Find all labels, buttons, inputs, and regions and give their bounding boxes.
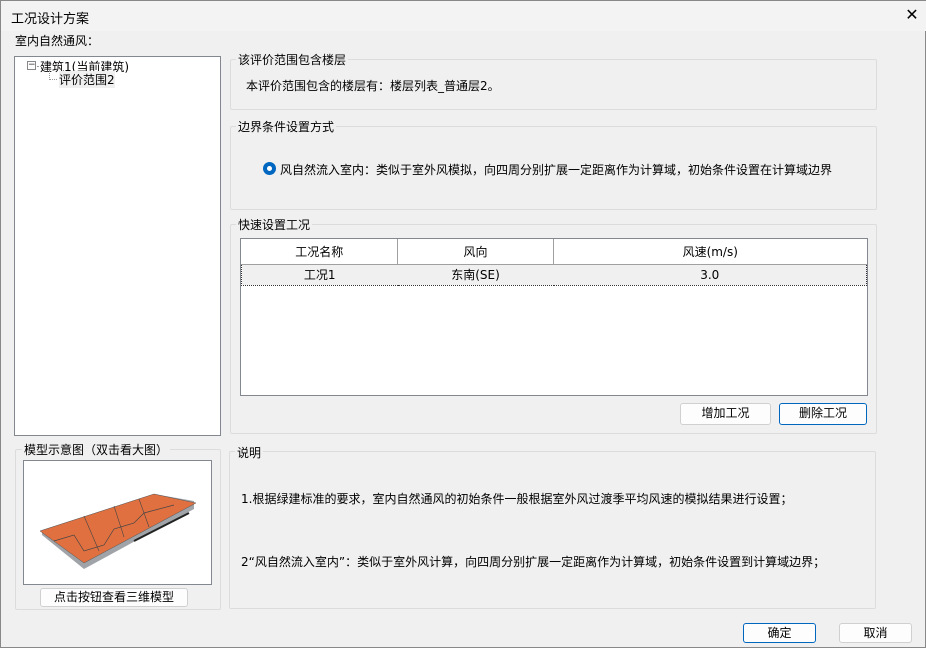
section-label: 室内自然通风： [15, 34, 100, 48]
cell-name[interactable]: 工况1 [241, 263, 398, 286]
window-title: 工况设计方案 [11, 12, 90, 27]
radio-label[interactable]: 风自然流入室内：类似于室外风模拟，向四周分别扩展一定距离作为计算域，初始条件设置… [280, 161, 832, 178]
table-row[interactable]: 工况1 东南(SE) 3.0 [241, 263, 867, 286]
close-icon[interactable]: ✕ [901, 4, 923, 26]
floors-text: 本评价范围包含的楼层有：楼层列表_普通层2。 [246, 79, 500, 93]
add-condition-button[interactable]: 增加工况 [680, 403, 771, 425]
table-header: 工况名称 风向 风速(m/s) [241, 239, 867, 265]
delete-condition-button[interactable]: 删除工况 [779, 403, 867, 425]
col-name[interactable]: 工况名称 [241, 239, 398, 265]
floors-title: 该评价范围包含楼层 [236, 51, 349, 68]
view-3d-model-button[interactable]: 点击按钮查看三维模型 [40, 588, 188, 607]
cell-speed[interactable]: 3.0 [553, 263, 867, 286]
title-bar [1, 1, 926, 31]
model-preview[interactable] [23, 460, 212, 585]
radio-natural-inflow[interactable] [263, 162, 276, 175]
col-speed[interactable]: 风速(m/s) [553, 239, 867, 265]
building-model-image [39, 493, 197, 569]
note-line-1: 1.根据绿建标准的要求，室内自然通风的初始条件一般根据室外风过渡季平均风速的模拟… [241, 492, 793, 506]
notes-title: 说明 [235, 444, 264, 461]
conditions-table[interactable]: 工况名称 风向 风速(m/s) 工况1 东南(SE) 3.0 [240, 238, 868, 396]
collapse-icon[interactable]: − [27, 61, 36, 70]
boundary-title: 边界条件设置方式 [236, 118, 337, 135]
model-title: 模型示意图（双击看大图） [22, 441, 171, 458]
note-line-2: 2“风自然流入室内”：类似于室外风计算，向四周分别扩展一定距离作为计算域，初始条… [241, 555, 826, 569]
cancel-button[interactable]: 取消 [839, 623, 912, 643]
cell-direction[interactable]: 东南(SE) [397, 263, 554, 286]
building-tree[interactable]: − 建筑1(当前建筑) 评价范围2 [14, 56, 221, 436]
tree-line [49, 79, 57, 80]
notes-group [229, 451, 876, 609]
tree-item-range[interactable]: 评价范围2 [59, 71, 115, 88]
col-direction[interactable]: 风向 [397, 239, 554, 265]
quick-title: 快速设置工况 [236, 216, 313, 233]
ok-button[interactable]: 确定 [743, 623, 816, 643]
